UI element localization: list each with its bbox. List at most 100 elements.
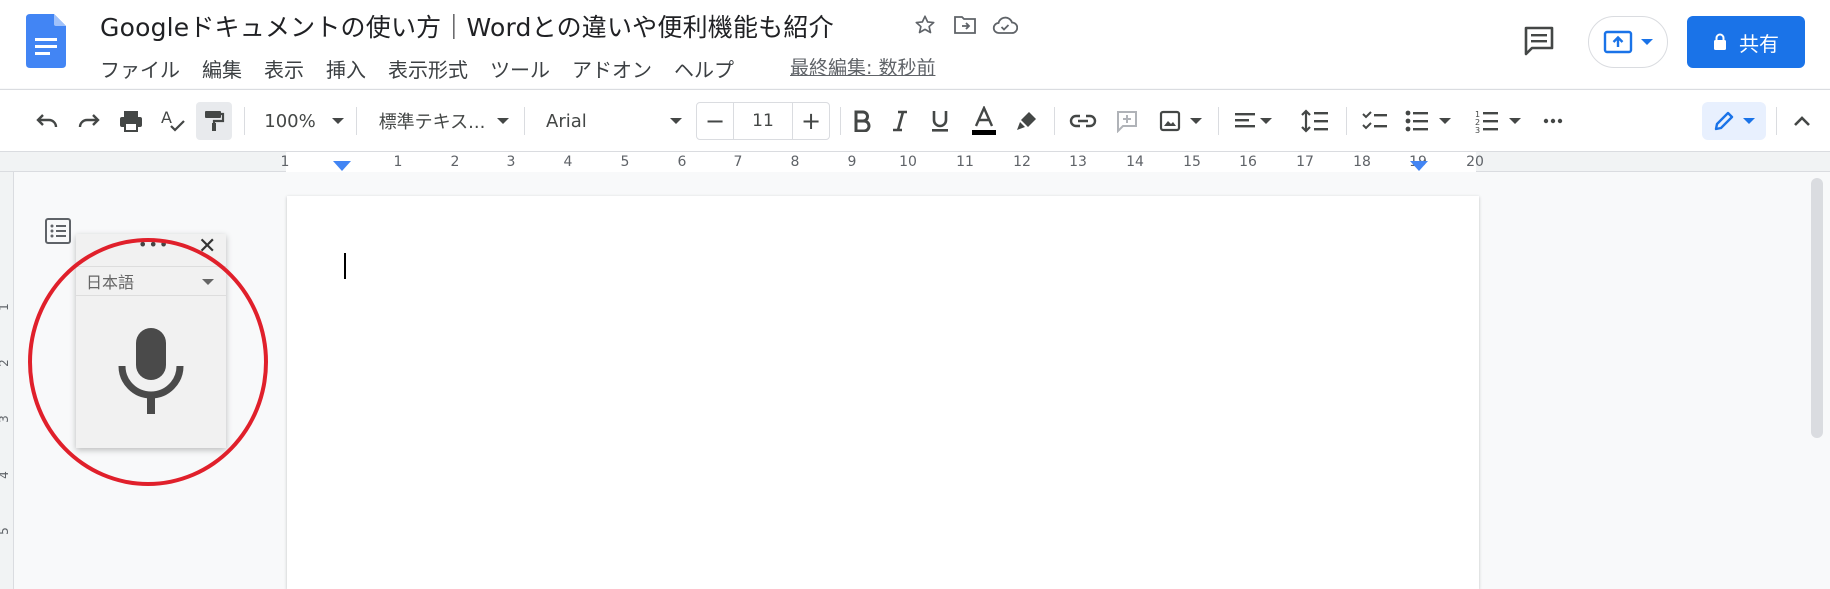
align-button[interactable] [1228,102,1278,140]
spellcheck-icon[interactable]: A [156,102,190,140]
menu-bar: ファイル 編集 表示 挿入 表示形式 ツール アドオン ヘルプ [100,54,756,83]
editing-mode-button[interactable] [1702,102,1766,140]
ruler-label: 5 [0,527,11,535]
ruler-label: 3 [506,154,516,170]
increase-font-size-button[interactable]: + [793,103,829,139]
more-options-icon[interactable] [1536,102,1570,140]
highlight-color-icon[interactable] [1010,102,1044,140]
insert-image-button[interactable] [1152,102,1208,140]
redo-icon[interactable] [72,102,106,140]
ruler-label: 20 [1466,154,1484,170]
undo-icon[interactable] [30,102,64,140]
ruler-label: 11 [956,154,974,170]
menu-help[interactable]: ヘルプ [674,54,734,83]
vertical-ruler: 1 2 3 4 5 [0,172,14,589]
last-edit-link[interactable]: 最終編集: 数秒前 [790,53,935,80]
toolbar: A 100% 標準テキス... Arial − 11 + 1 2 3 [0,90,1830,152]
ruler-label: 17 [1296,154,1314,170]
ruler-label: 4 [563,154,573,170]
hide-menus-chevron-up-icon[interactable] [1786,102,1818,140]
bulleted-list-button[interactable] [1400,102,1456,140]
star-icon[interactable] [912,12,938,38]
document-page[interactable] [287,196,1479,589]
ruler-label: 8 [790,154,800,170]
zoom-value: 100% [264,110,316,132]
chevron-down-icon [1509,118,1521,124]
italic-icon[interactable] [884,102,916,140]
vertical-scrollbar[interactable] [1811,178,1823,438]
font-family-select[interactable]: Arial [546,102,682,140]
add-comment-icon[interactable] [1110,102,1144,140]
docs-logo-icon[interactable] [26,14,66,68]
menu-insert[interactable]: 挿入 [326,54,366,83]
menu-format[interactable]: 表示形式 [388,54,468,83]
ruler-label: 10 [899,154,917,170]
toolbar-separator [840,107,841,135]
link-icon[interactable] [1066,102,1100,140]
horizontal-ruler: 1 1 2 3 4 5 6 7 8 9 10 11 12 13 14 15 16… [0,152,1830,172]
ruler-label: 12 [1013,154,1031,170]
numbered-list-button[interactable]: 123 [1470,102,1526,140]
toolbar-separator [1776,107,1777,135]
ruler-label: 13 [1069,154,1087,170]
line-spacing-icon[interactable] [1298,102,1332,140]
move-folder-icon[interactable] [952,12,978,38]
toolbar-separator [1346,107,1347,135]
zoom-select[interactable]: 100% [262,102,346,140]
ruler-label: 2 [0,359,11,367]
underline-icon[interactable] [924,102,956,140]
toolbar-separator [1218,107,1219,135]
ruler-label: 7 [733,154,743,170]
bulleted-list-icon [1405,110,1428,132]
paint-format-icon[interactable] [196,102,232,140]
align-left-icon [1235,113,1255,128]
chevron-down-icon [1641,39,1653,45]
toolbar-separator [244,107,245,135]
comment-history-icon[interactable] [1522,24,1556,58]
ruler-label: 16 [1239,154,1257,170]
chevron-down-icon [1743,118,1755,124]
ruler-label: 14 [1126,154,1144,170]
menu-file[interactable]: ファイル [100,54,180,83]
font-family-value: Arial [546,110,587,132]
menu-tools[interactable]: ツール [490,54,550,83]
left-indent-marker[interactable] [333,161,351,171]
ruler-label: 3 [0,415,11,423]
chevron-down-icon [497,118,510,124]
toolbar-separator [524,107,525,135]
print-icon[interactable] [114,102,148,140]
chevron-down-icon [1439,118,1451,124]
menu-view[interactable]: 表示 [264,54,304,83]
share-button[interactable]: 共有 [1687,16,1805,68]
checklist-icon[interactable] [1358,102,1392,140]
font-size-stepper: − 11 + [696,102,830,140]
image-icon [1159,110,1181,132]
right-indent-marker[interactable] [1410,161,1428,171]
menu-addons[interactable]: アドオン [572,54,652,83]
toolbar-separator [1054,107,1055,135]
lock-icon [1714,33,1726,50]
document-title[interactable]: Googleドキュメントの使い方｜Wordとの違いや便利機能も紹介 [100,8,834,44]
ruler-label: 15 [1183,154,1201,170]
ruler-label: 5 [620,154,630,170]
decrease-font-size-button[interactable]: − [697,103,733,139]
menu-edit[interactable]: 編集 [202,54,242,83]
pencil-icon [1714,111,1734,131]
paragraph-style-select[interactable]: 標準テキス... [374,102,514,140]
cloud-saved-icon[interactable] [992,12,1018,38]
ruler-label: 2 [450,154,460,170]
font-size-input[interactable]: 11 [733,103,793,139]
svg-text:3: 3 [1475,126,1480,133]
title-actions [912,12,1018,38]
toolbar-separator [356,107,357,135]
ruler-label: 9 [847,154,857,170]
bold-icon[interactable] [846,102,878,140]
text-color-icon[interactable] [966,102,1002,140]
ruler-label: 4 [0,471,11,479]
ruler-label: 1 [0,303,11,311]
ruler-label: 1 [280,154,290,170]
present-button[interactable] [1588,16,1668,68]
document-outline-icon[interactable] [44,217,72,245]
text-cursor [344,253,346,279]
chevron-down-icon [331,118,344,124]
